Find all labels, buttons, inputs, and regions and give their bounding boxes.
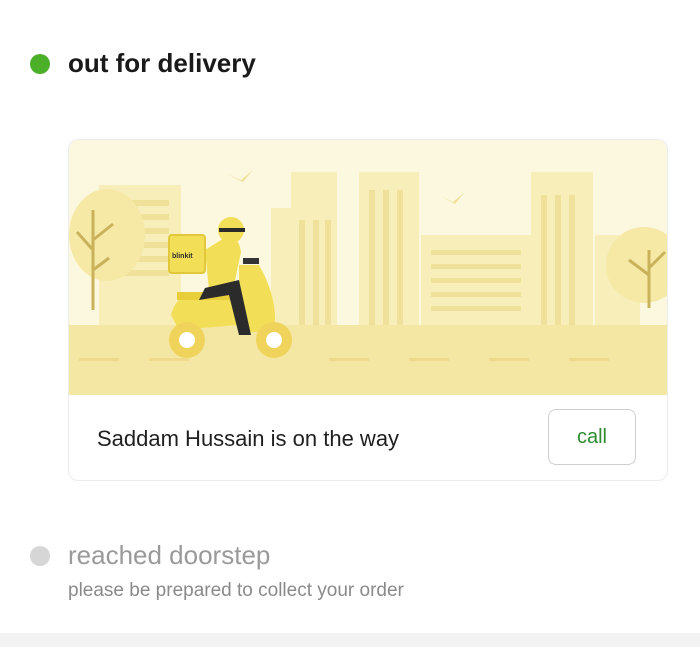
bag-brand-text: blinkit [172,253,193,260]
status-dot-active-icon [30,53,50,74]
bottom-divider [0,633,700,647]
delivery-card: blinkit Saddam Hussain is on the way cal… [68,139,668,481]
delivery-scooter-illustration: blinkit [69,140,667,395]
status-dot-inactive-icon [30,545,50,566]
step-out-for-delivery: out for delivery [30,48,256,79]
rider-on-the-way-text: Saddam Hussain is on the way [97,426,400,451]
step-title-reached-doorstep: reached doorstep [68,540,271,570]
call-button[interactable]: call [548,409,636,465]
step-reached-doorstep: reached doorstep [30,540,270,571]
step-title-out-for-delivery: out for delivery [68,48,256,78]
step-subtitle-reached-doorstep: please be prepared to collect your order [68,580,404,601]
